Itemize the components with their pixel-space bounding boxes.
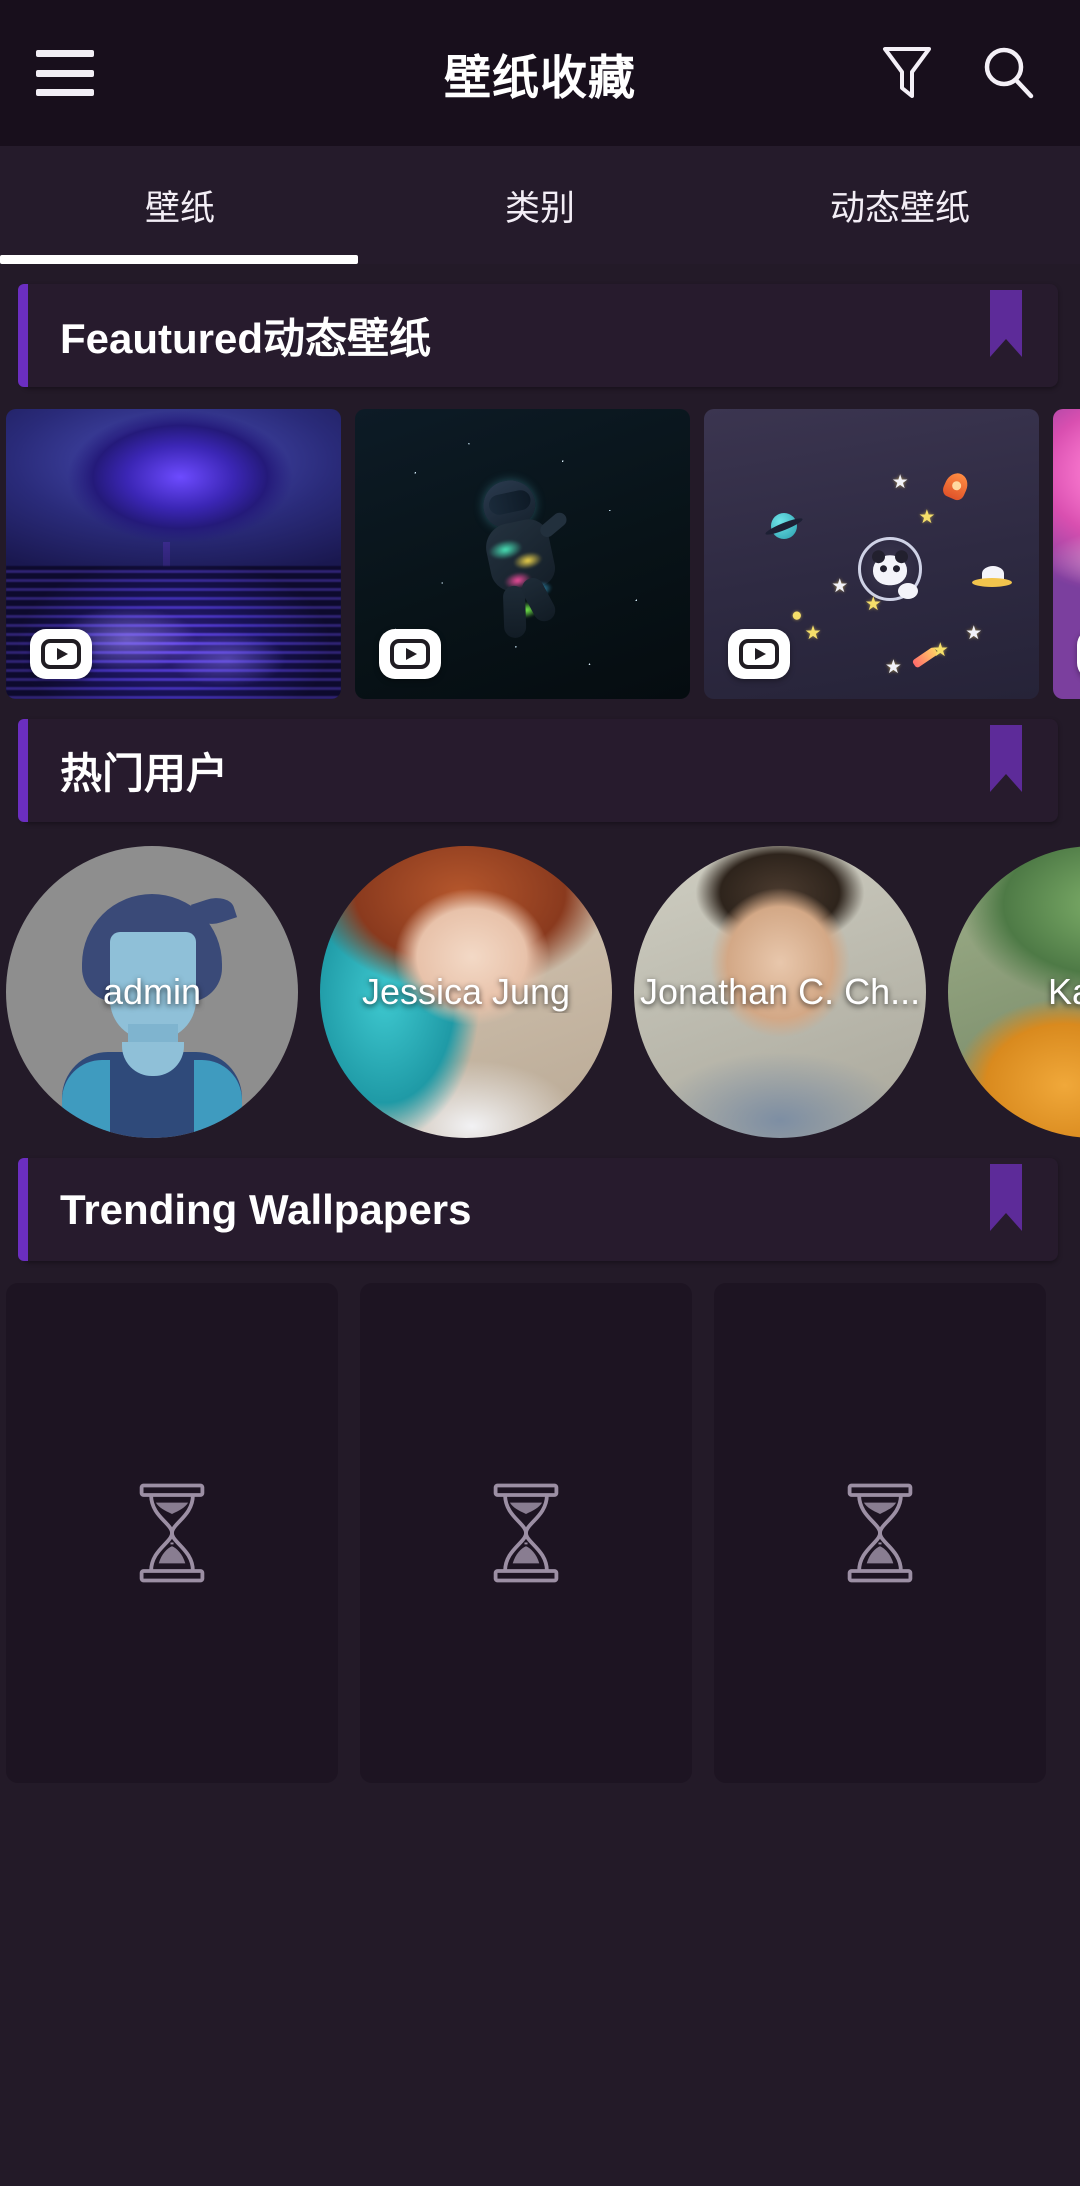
hamburger-bar — [36, 50, 94, 57]
section-title-popular-users: 热门用户 — [60, 750, 229, 797]
trending-wallpapers-grid — [0, 1283, 1080, 1783]
bookmark-ribbon-icon — [990, 1164, 1022, 1231]
user-name-label: Kathy — [1047, 971, 1080, 1012]
featured-card-pink-clouds[interactable] — [1053, 409, 1080, 699]
search-magnifier-icon[interactable] — [978, 42, 1040, 104]
tab-categories[interactable]: 类别 — [360, 146, 720, 264]
featured-card-blue-rose[interactable] — [6, 409, 341, 699]
user-avatar-admin[interactable]: admin — [6, 846, 298, 1138]
trending-card-placeholder[interactable] — [360, 1283, 692, 1783]
play-video-icon[interactable] — [379, 629, 441, 679]
bookmark-ribbon-icon — [990, 725, 1022, 792]
rose-bloom-art — [6, 409, 341, 560]
app-bar: 壁纸收藏 — [0, 0, 1080, 146]
trending-card-placeholder[interactable] — [714, 1283, 1046, 1783]
hamburger-bar — [36, 89, 94, 96]
section-title-trending: Trending Wallpapers — [60, 1185, 472, 1233]
user-name-label: Jonathan C. Ch... — [640, 971, 921, 1012]
hamburger-bar — [36, 69, 94, 77]
play-video-icon[interactable] — [728, 629, 790, 679]
section-header-popular-users[interactable]: 热门用户 — [18, 719, 1058, 822]
featured-card-panda-space[interactable]: ★ ★ ★ ★ ★ ★ ★ ★ ● — [704, 409, 1039, 699]
user-name-label: admin — [102, 971, 202, 1012]
tab-bar: 壁纸 类别 动态壁纸 — [0, 146, 1080, 264]
section-header-featured[interactable]: Feautured动态壁纸 — [18, 284, 1058, 387]
user-avatar-kathy[interactable]: Kathy — [948, 846, 1080, 1138]
popular-users-carousel[interactable]: admin Jessica Jung Jonathan C. Ch... Kat… — [0, 846, 1080, 1138]
section-title-featured: Feautured动态壁纸 — [60, 315, 432, 362]
tab-wallpapers[interactable]: 壁纸 — [0, 146, 360, 264]
featured-card-astronaut[interactable] — [355, 409, 690, 699]
user-avatar-jessica-jung[interactable]: Jessica Jung — [320, 846, 612, 1138]
user-avatar-jonathan[interactable]: Jonathan C. Ch... — [634, 846, 926, 1138]
tab-active-indicator — [0, 255, 358, 264]
bookmark-ribbon-icon — [990, 290, 1022, 357]
user-name-label: Jessica Jung — [361, 971, 571, 1012]
filter-funnel-icon[interactable] — [876, 42, 938, 104]
play-video-icon[interactable] — [30, 629, 92, 679]
hourglass-loading-icon — [139, 1483, 205, 1583]
app-bar-actions — [876, 42, 1040, 104]
trending-card-placeholder[interactable] — [6, 1283, 338, 1783]
hamburger-menu-icon[interactable] — [36, 50, 94, 96]
featured-wallpapers-carousel[interactable]: ★ ★ ★ ★ ★ ★ ★ ★ ● — [0, 409, 1080, 699]
section-header-trending[interactable]: Trending Wallpapers — [18, 1158, 1058, 1261]
hourglass-loading-icon — [493, 1483, 559, 1583]
hourglass-loading-icon — [847, 1483, 913, 1583]
tab-live-wallpapers[interactable]: 动态壁纸 — [720, 146, 1080, 264]
